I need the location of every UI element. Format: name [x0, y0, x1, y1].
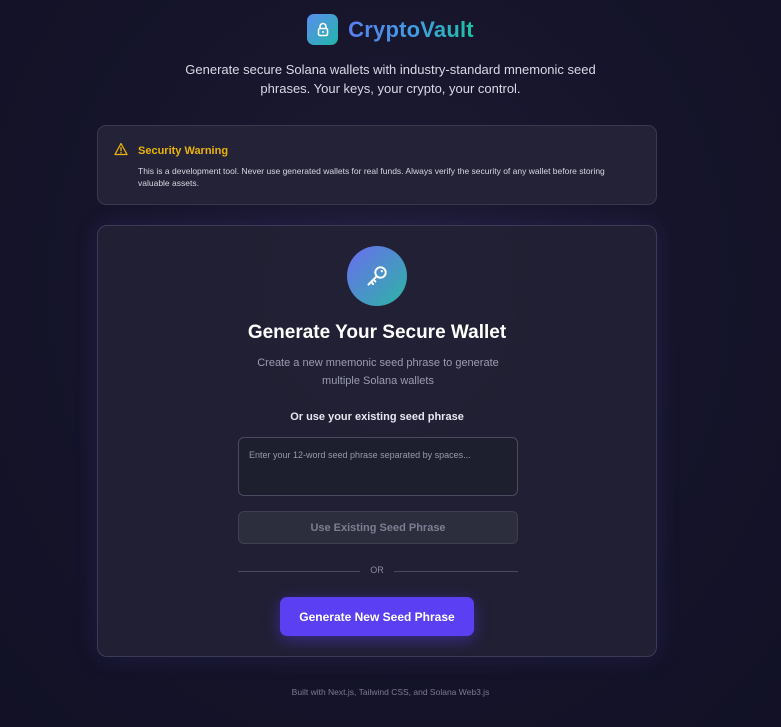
app-title: CryptoVault	[348, 16, 474, 42]
divider-left	[238, 571, 360, 572]
security-warning: Security Warning This is a development t…	[97, 125, 657, 205]
tagline: Generate secure Solana wallets with indu…	[185, 62, 596, 96]
divider-right	[394, 571, 518, 572]
footer-text: Built with Next.js, Tailwind CSS, and So…	[291, 687, 490, 697]
seed-phrase-label: Or use your existing seed phrase	[290, 411, 464, 423]
use-existing-seed-button[interactable]: Use Existing Seed Phrase	[238, 511, 518, 544]
warning-title: Security Warning	[138, 145, 229, 157]
warning-text: This is a development tool. Never use ge…	[138, 166, 605, 188]
lock-icon	[307, 14, 339, 45]
brand-header: CryptoVault	[0, 14, 781, 45]
warning-triangle-icon	[114, 142, 128, 156]
card-subtitle: Create a new mnemonic seed phrase to gen…	[257, 357, 499, 387]
generate-seed-button[interactable]: Generate New Seed Phrase	[280, 597, 474, 636]
key-icon	[347, 246, 407, 306]
divider-or-text: OR	[370, 565, 384, 575]
wallet-card: Generate Your Secure Wallet Create a new…	[97, 225, 657, 657]
seed-phrase-input[interactable]	[238, 437, 518, 496]
page: CryptoVault Generate secure Solana walle…	[0, 0, 781, 727]
card-title: Generate Your Secure Wallet	[247, 322, 507, 343]
